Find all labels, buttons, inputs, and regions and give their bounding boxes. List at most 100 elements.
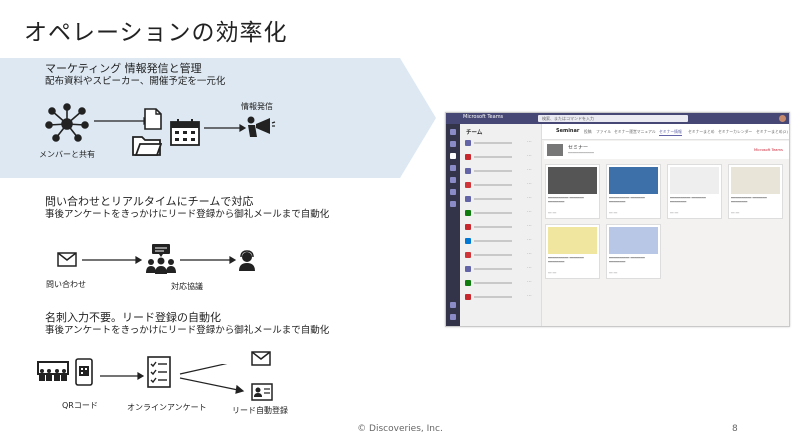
section2-subheading: 事後アンケートをきっかけにリード登録から御礼メールまで自動化	[45, 209, 330, 220]
label-lead-registration: リード自動登録	[232, 406, 288, 415]
team-list-item[interactable]: ···	[465, 196, 537, 202]
team-list-item[interactable]: ···	[465, 252, 537, 258]
label-inquiry: 問い合わせ	[46, 280, 86, 289]
card-meta: ━━ ━━	[609, 211, 618, 215]
team-list-item[interactable]: ···	[465, 224, 537, 230]
more-options-icon[interactable]: ···	[527, 154, 532, 159]
section3-subheading: 事後アンケートをきっかけにリード登録から御礼メールまで自動化	[45, 325, 330, 336]
more-options-icon[interactable]: ···	[527, 196, 532, 201]
more-options-icon[interactable]: ···	[527, 238, 532, 243]
contact-card-icon	[251, 383, 273, 401]
card-text: ━━━━━━━━━━ ━━━━━━━ ━━━━━━━━	[609, 196, 645, 204]
team-avatar	[465, 280, 471, 286]
teams-icon[interactable]	[450, 153, 456, 159]
seminar-card[interactable]: ━━━━━━━━━━ ━━━━━━━ ━━━━━━━━ ━━ ━━	[545, 164, 600, 219]
mail-icon	[57, 252, 77, 267]
channel-name: Seminar	[556, 128, 580, 134]
teams-list-panel: チーム ··· ··· ··· ··· ··· ··· ··· ··· ··· ··· ··· ···	[460, 124, 542, 326]
more-options-icon[interactable]: ···	[527, 280, 532, 285]
more-options-icon[interactable]: ···	[527, 266, 532, 271]
chat-icon[interactable]	[450, 141, 456, 147]
calls-icon[interactable]	[450, 177, 456, 183]
card-thumbnail	[548, 227, 597, 254]
label-qr-code: QRコード	[62, 401, 98, 410]
team-list-item[interactable]: ···	[465, 280, 537, 286]
card-text: ━━━━━━━━━━ ━━━━━━━ ━━━━━━━━	[670, 196, 706, 204]
team-avatar	[465, 252, 471, 258]
network-icon	[45, 103, 89, 142]
team-list-item[interactable]: ···	[465, 154, 537, 160]
seminar-card[interactable]: ━━━━━━━━━━ ━━━━━━━ ━━━━━━━━ ━━ ━━	[606, 224, 661, 279]
files-icon[interactable]	[450, 189, 456, 195]
seminar-card[interactable]: ━━━━━━━━━━ ━━━━━━━ ━━━━━━━━ ━━ ━━	[667, 164, 722, 219]
more-options-icon[interactable]: ···	[527, 210, 532, 215]
team-avatar	[465, 196, 471, 202]
team-avatar	[465, 182, 471, 188]
teams-app-rail	[446, 124, 460, 326]
team-avatar	[465, 154, 471, 160]
seminar-card[interactable]: ━━━━━━━━━━ ━━━━━━━ ━━━━━━━━ ━━ ━━	[606, 164, 661, 219]
tab-manual[interactable]: セミナー運営マニュアル	[614, 129, 656, 135]
avatar[interactable]	[779, 115, 786, 122]
team-name-placeholder	[474, 226, 512, 228]
card-meta: ━━ ━━	[609, 271, 618, 275]
card-thumbnail	[670, 167, 719, 194]
team-list-item[interactable]: ···	[465, 168, 537, 174]
team-name-placeholder	[474, 142, 512, 144]
team-list-item[interactable]: ···	[465, 182, 537, 188]
apps-icon[interactable]	[450, 302, 456, 308]
team-list-item[interactable]: ···	[465, 266, 537, 272]
teams-search-input[interactable]: 検索、またはコマンドを入力	[538, 115, 688, 122]
team-avatar	[465, 266, 471, 272]
banner-title: セミナー	[568, 145, 589, 151]
teams-screenshot: Microsoft Teams 検索、またはコマンドを入力 チーム ··· ···…	[445, 112, 790, 327]
tab-seminar-info[interactable]: セミナー情報	[659, 129, 682, 136]
support-agent-icon	[239, 250, 255, 271]
seminar-card[interactable]: ━━━━━━━━━━ ━━━━━━━ ━━━━━━━━ ━━ ━━	[728, 164, 783, 219]
team-name-placeholder	[474, 240, 512, 242]
phone-qr-icon	[75, 358, 93, 386]
seminar-card[interactable]: ━━━━━━━━━━ ━━━━━━━ ━━━━━━━━ ━━ ━━	[545, 224, 600, 279]
section1-heading: マーケティング 情報発信と管理	[45, 62, 202, 75]
help-icon[interactable]	[450, 314, 456, 320]
tab-summary[interactable]: セミナーまとめ	[688, 129, 715, 135]
more-options-icon[interactable]: ···	[527, 294, 532, 299]
more-options-icon[interactable]: ···	[527, 252, 532, 257]
team-list-item[interactable]: ···	[465, 238, 537, 244]
team-avatar	[465, 210, 471, 216]
tab-summary-2[interactable]: セミナーまとめ(2)	[756, 129, 788, 135]
more-options-icon[interactable]: ···	[527, 182, 532, 187]
card-meta: ━━ ━━	[731, 211, 740, 215]
card-meta: ━━ ━━	[548, 271, 557, 275]
label-response: 対応協議	[171, 282, 203, 291]
team-list-item[interactable]: ···	[465, 210, 537, 216]
card-thumbnail	[609, 227, 658, 254]
more-icon[interactable]	[450, 201, 456, 207]
tab-posts[interactable]: 投稿	[584, 129, 592, 135]
card-thumbnail	[731, 167, 780, 194]
teams-channel-header: Seminar 投稿 ファイル セミナー運営マニュアル セミナー情報 セミナーま…	[542, 124, 789, 140]
more-options-icon[interactable]: ···	[527, 168, 532, 173]
card-text: ━━━━━━━━━━ ━━━━━━━ ━━━━━━━━	[548, 196, 584, 204]
team-list-item[interactable]: ···	[465, 294, 537, 300]
seminar-banner: セミナー ━━━━━━━━━━━━ Microsoft Teams	[544, 141, 789, 159]
mail-icon	[251, 351, 271, 366]
calendar-icon[interactable]	[450, 165, 456, 171]
activity-icon[interactable]	[450, 129, 456, 135]
label-share-members: メンバーと共有	[39, 150, 95, 159]
audience-icon	[37, 361, 69, 381]
tab-calendar[interactable]: セミナーカレンダー	[718, 129, 752, 135]
team-avatar	[465, 294, 471, 300]
team-name-placeholder	[474, 198, 512, 200]
team-avatar	[465, 224, 471, 230]
more-options-icon[interactable]: ···	[527, 140, 532, 145]
banner-subtitle: ━━━━━━━━━━━━	[568, 151, 594, 155]
team-name-placeholder	[474, 268, 512, 270]
team-avatar	[465, 168, 471, 174]
section1-subheading: 配布資料やスピーカー、開催予定を一元化	[45, 76, 226, 87]
flow-arrows-3	[100, 364, 245, 394]
tab-files[interactable]: ファイル	[596, 129, 611, 135]
more-options-icon[interactable]: ···	[527, 224, 532, 229]
card-text: ━━━━━━━━━━ ━━━━━━━ ━━━━━━━━	[548, 256, 584, 264]
team-list-item[interactable]: ···	[465, 140, 537, 146]
